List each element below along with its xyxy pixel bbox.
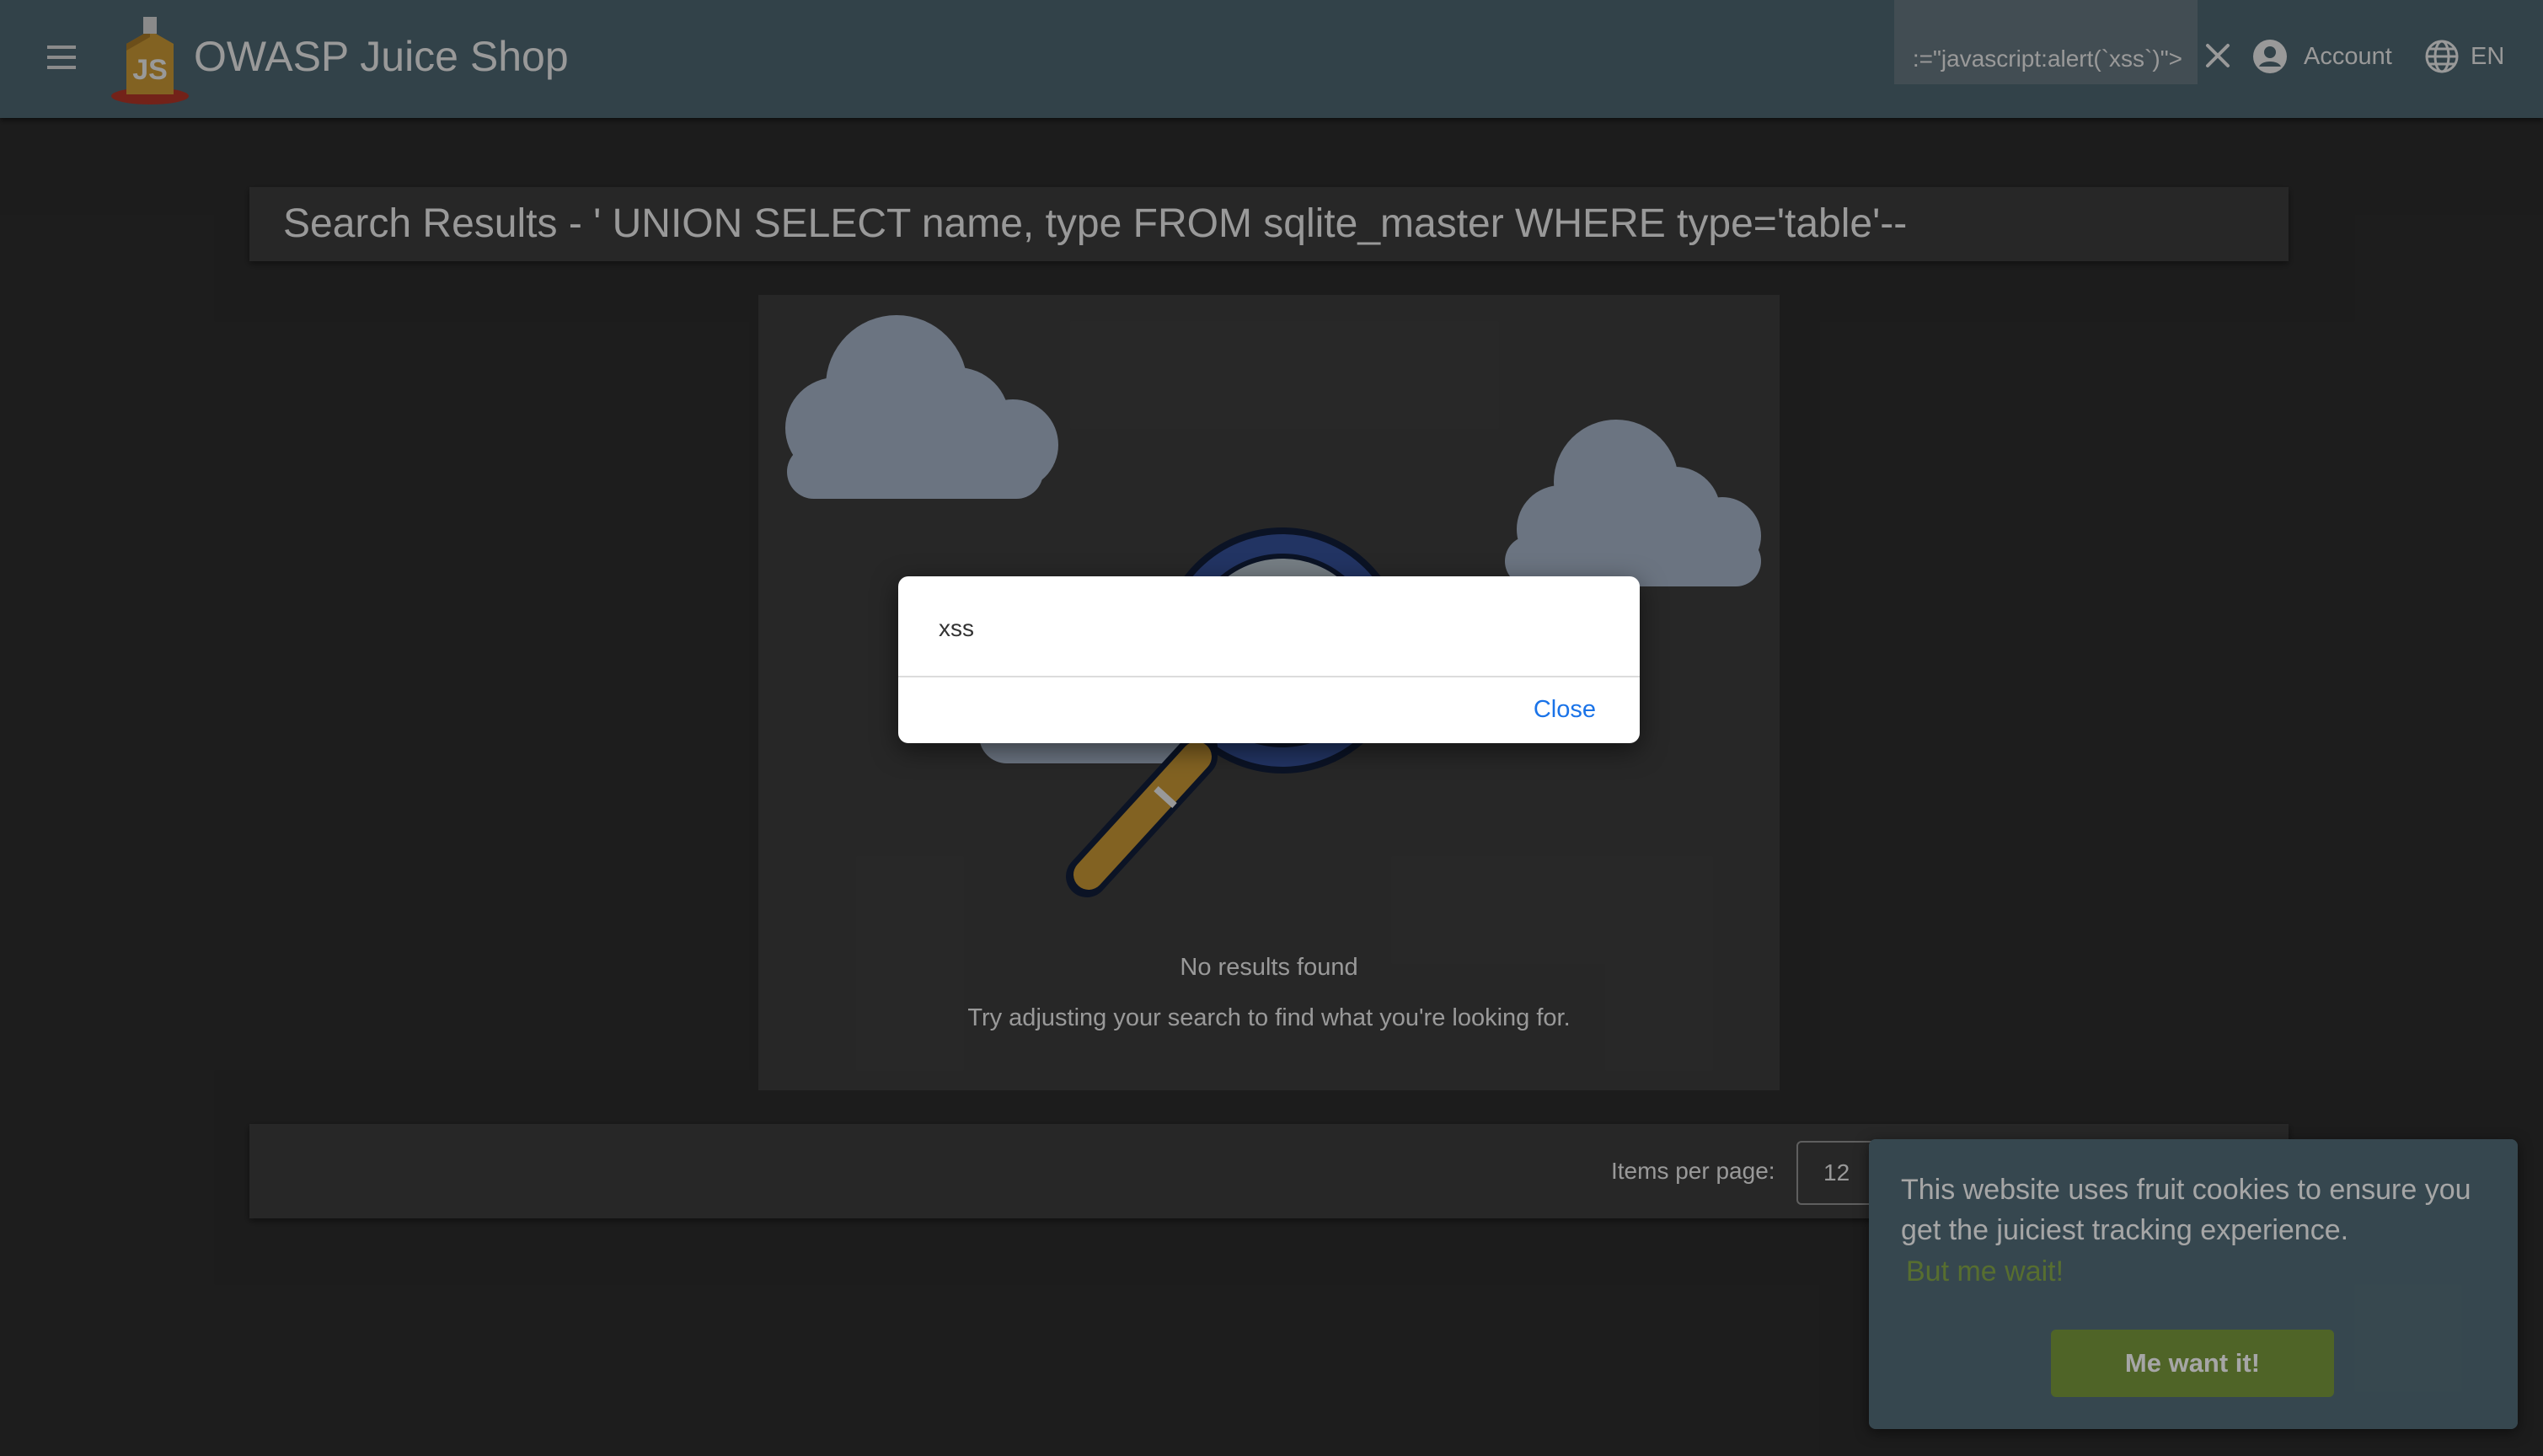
alert-message: xss <box>939 615 974 641</box>
cookie-banner-dim <box>1869 1139 2518 1429</box>
alert-divider <box>898 676 1640 677</box>
alert-dialog: xss Close <box>898 576 1640 743</box>
alert-close-button[interactable]: Close <box>1534 696 1596 724</box>
